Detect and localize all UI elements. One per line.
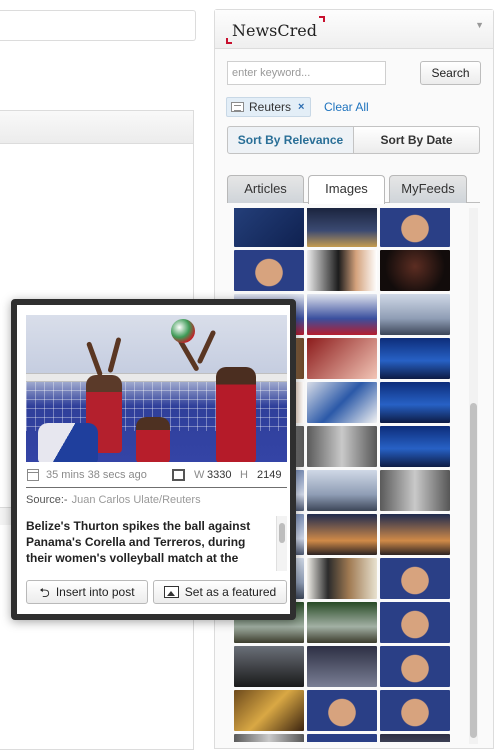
triangle-down-icon[interactable]: ▼: [475, 20, 484, 30]
results-scrollbar[interactable]: [469, 208, 478, 744]
image-thumbnail[interactable]: [234, 734, 304, 742]
clear-all-link[interactable]: Clear All: [324, 100, 369, 114]
image-thumbnail[interactable]: [380, 514, 450, 555]
image-thumbnail[interactable]: [307, 602, 377, 643]
insert-into-post-button[interactable]: ⮌ Insert into post: [26, 580, 148, 604]
preview-photo: [26, 315, 287, 462]
image-thumbnail[interactable]: [380, 382, 450, 423]
image-thumbnail[interactable]: [380, 690, 450, 731]
image-preview-popup: 35 mins 38 secs ago W 3330 H 2149 Source…: [11, 299, 296, 620]
remove-tag-icon[interactable]: ×: [298, 98, 304, 116]
logo-text: NewsCred: [232, 21, 317, 40]
image-thumbnail[interactable]: [380, 602, 450, 643]
content-tabs: Articles Images MyFeeds: [227, 175, 480, 204]
image-caption: Belize's Thurton spikes the ball against…: [26, 519, 251, 565]
source-value: Juan Carlos Ulate/Reuters: [71, 494, 201, 506]
results-scroll-thumb[interactable]: [470, 403, 477, 738]
meta-divider: [26, 487, 287, 488]
search-button[interactable]: Search: [420, 61, 481, 85]
image-thumbnail[interactable]: [307, 426, 377, 467]
image-thumbnail[interactable]: [234, 208, 304, 247]
newscred-logo: NewsCred: [226, 16, 325, 44]
image-thumbnail[interactable]: [307, 250, 377, 291]
caption-box[interactable]: Belize's Thurton spikes the ball against…: [26, 516, 287, 571]
image-icon: [163, 586, 179, 598]
width-label: W: [194, 469, 205, 481]
calendar-icon: [27, 469, 39, 481]
height-label: H: [240, 469, 248, 481]
image-meta: 35 mins 38 secs ago W 3330 H 2149: [26, 467, 287, 487]
image-thumbnail[interactable]: [307, 382, 377, 423]
sort-by-relevance-button[interactable]: Sort By Relevance: [227, 126, 354, 154]
image-thumbnail[interactable]: [234, 690, 304, 731]
tab-articles[interactable]: Articles: [227, 175, 304, 203]
image-thumbnail[interactable]: [307, 690, 377, 731]
image-thumbnail[interactable]: [234, 250, 304, 291]
height-value: 2149: [257, 469, 282, 481]
image-thumbnail[interactable]: [307, 338, 377, 379]
image-thumbnail[interactable]: [380, 558, 450, 599]
sort-toggle: Sort By Relevance Sort By Date: [227, 126, 480, 154]
insert-arrow-icon: ⮌: [39, 584, 50, 600]
image-thumbnail[interactable]: [307, 514, 377, 555]
image-source: Source:- Juan Carlos Ulate/Reuters: [26, 494, 201, 506]
image-thumbnail[interactable]: [380, 646, 450, 687]
caption-scrollbar[interactable]: [276, 516, 287, 571]
image-thumbnail[interactable]: [380, 294, 450, 335]
image-thumbnail[interactable]: [380, 470, 450, 511]
panel-header[interactable]: NewsCred ▼: [215, 10, 493, 49]
dimensions-icon: [172, 469, 185, 481]
image-thumbnail[interactable]: [307, 208, 377, 247]
width-value: 3330: [207, 469, 232, 481]
filter-tag-reuters: Reuters ×: [226, 97, 312, 117]
image-thumbnail[interactable]: [307, 470, 377, 511]
title-input[interactable]: [0, 10, 196, 41]
image-thumbnail[interactable]: [380, 250, 450, 291]
volleyball: [171, 319, 195, 343]
caption-scroll-thumb[interactable]: [279, 523, 285, 543]
sort-by-date-button[interactable]: Sort By Date: [354, 126, 480, 154]
image-thumbnail[interactable]: [380, 338, 450, 379]
newspaper-icon: [231, 102, 244, 112]
keyword-search-input[interactable]: [227, 61, 386, 85]
editor-toolbar: [0, 111, 193, 144]
image-thumbnail[interactable]: [380, 734, 450, 742]
image-thumbnail[interactable]: [307, 294, 377, 335]
time-ago: 35 mins 38 secs ago: [46, 469, 147, 481]
image-thumbnail[interactable]: [307, 558, 377, 599]
tab-images[interactable]: Images: [308, 175, 385, 204]
source-label: Source:-: [26, 494, 68, 506]
image-thumbnail[interactable]: [307, 646, 377, 687]
image-thumbnail[interactable]: [307, 734, 377, 742]
image-thumbnail[interactable]: [380, 208, 450, 247]
featured-label: Set as a featured: [184, 585, 277, 599]
image-thumbnail[interactable]: [380, 426, 450, 467]
filter-tag-label: Reuters: [249, 100, 292, 114]
tab-myfeeds[interactable]: MyFeeds: [389, 175, 467, 203]
image-thumbnail[interactable]: [234, 646, 304, 687]
insert-label: Insert into post: [55, 585, 135, 599]
set-featured-button[interactable]: Set as a featured: [153, 580, 287, 604]
